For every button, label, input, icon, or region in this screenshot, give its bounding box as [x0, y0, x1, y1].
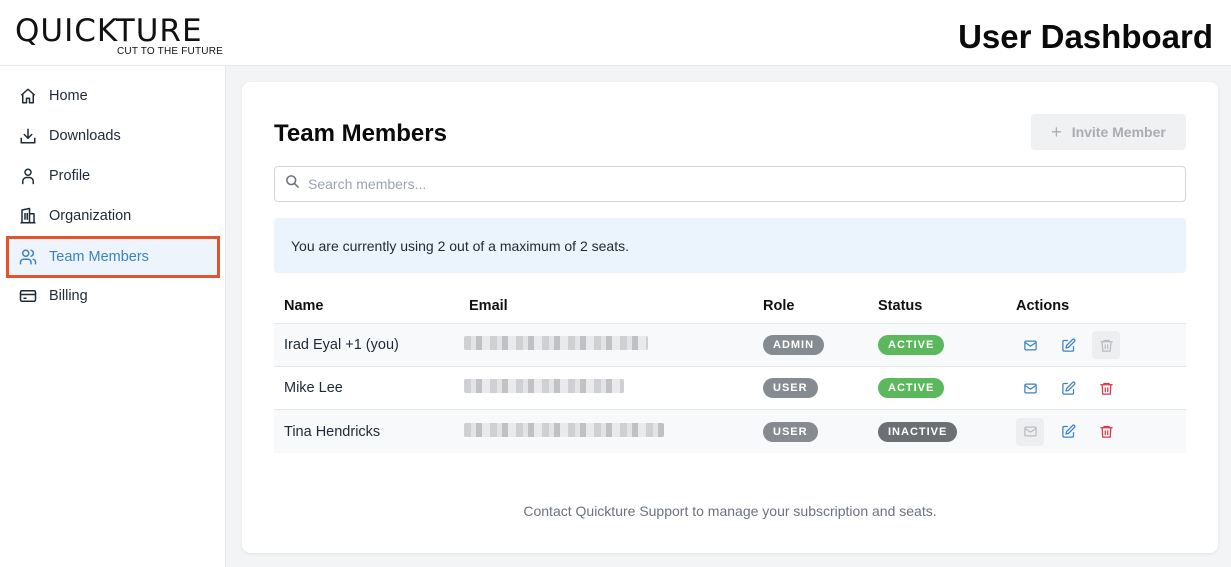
status-badge: ACTIVE — [878, 335, 945, 355]
building-icon — [19, 207, 37, 225]
trash-icon[interactable] — [1092, 418, 1120, 446]
column-header-actions: Actions — [1016, 298, 1070, 314]
page-title: User Dashboard — [958, 18, 1213, 55]
members-table: Name Email Role Status Actions Irad Eyal… — [274, 289, 1186, 453]
search-input[interactable] — [308, 176, 1168, 192]
trash-icon[interactable] — [1092, 374, 1120, 402]
invite-member-button[interactable]: + Invite Member — [1031, 114, 1186, 150]
email-icon[interactable] — [1016, 374, 1044, 402]
column-header-status[interactable]: Status — [878, 298, 1016, 314]
table-row: Mike Lee USER ACTIVE — [274, 367, 1186, 410]
sidebar-item-organization[interactable]: Organization — [8, 197, 218, 235]
column-header-email[interactable]: Email — [464, 298, 763, 314]
table-header: Name Email Role Status Actions — [274, 289, 1186, 324]
sidebar-item-billing[interactable]: Billing — [8, 277, 218, 315]
sidebar-item-label: Downloads — [49, 128, 121, 144]
column-header-role[interactable]: Role — [763, 298, 878, 314]
email-icon[interactable] — [1016, 331, 1044, 359]
invite-member-label: Invite Member — [1071, 124, 1166, 140]
table-row: Tina Hendricks USER INACTIVE — [274, 410, 1186, 453]
sidebar-item-label: Team Members — [49, 249, 149, 265]
sidebar-item-home[interactable]: Home — [8, 77, 218, 115]
search-box[interactable] — [274, 166, 1186, 202]
member-name: Mike Lee — [284, 380, 343, 396]
support-note: Contact Quickture Support to manage your… — [523, 503, 937, 519]
home-icon — [19, 87, 37, 105]
member-email-redacted — [464, 379, 763, 397]
member-email-redacted — [464, 336, 763, 354]
edit-icon[interactable] — [1054, 374, 1082, 402]
quickture-logo[interactable]: QUICKTURE CUT TO THE FUTURE — [15, 14, 223, 60]
sidebar-item-label: Profile — [49, 168, 91, 184]
app-header: QUICKTURE CUT TO THE FUTURE User Dashboa… — [0, 0, 1231, 66]
seat-usage-notice: You are currently using 2 out of a maxim… — [274, 218, 1186, 273]
member-name: Tina Hendricks — [284, 423, 381, 440]
sidebar-item-team-members[interactable]: Team Members — [6, 236, 220, 278]
table-row: Irad Eyal +1 (you) ADMIN ACTIVE — [274, 324, 1186, 367]
status-badge: ACTIVE — [878, 378, 945, 398]
team-members-card: Team Members + Invite Member You are cur… — [242, 82, 1218, 553]
search-icon — [285, 174, 300, 194]
trash-icon[interactable] — [1092, 331, 1120, 359]
sidebar-item-profile[interactable]: Profile — [8, 157, 218, 195]
column-header-name[interactable]: Name — [274, 298, 464, 314]
sidebar-item-label: Home — [49, 88, 88, 104]
member-name: Irad Eyal +1 (you) — [284, 337, 399, 353]
users-icon — [19, 248, 37, 266]
status-badge: INACTIVE — [878, 421, 958, 442]
sidebar-item-downloads[interactable]: Downloads — [8, 117, 218, 155]
logo-tagline: CUT TO THE FUTURE — [116, 46, 223, 57]
logo-text: QUICKTURE — [15, 13, 203, 49]
sidebar-item-label: Organization — [49, 208, 132, 224]
role-badge: USER — [763, 421, 818, 442]
sidebar-item-label: Billing — [49, 288, 88, 304]
edit-icon[interactable] — [1054, 331, 1082, 359]
plus-icon: + — [1051, 121, 1062, 142]
user-icon — [19, 167, 37, 185]
edit-icon[interactable] — [1054, 418, 1082, 446]
download-icon — [19, 127, 37, 145]
section-title: Team Members — [274, 120, 447, 147]
role-badge: USER — [763, 378, 818, 398]
member-email-redacted — [464, 422, 763, 441]
role-badge: ADMIN — [763, 335, 825, 355]
email-icon[interactable] — [1016, 417, 1044, 446]
credit-card-icon — [19, 287, 37, 305]
sidebar: Home Downloads Profile Organization Team… — [0, 66, 226, 567]
